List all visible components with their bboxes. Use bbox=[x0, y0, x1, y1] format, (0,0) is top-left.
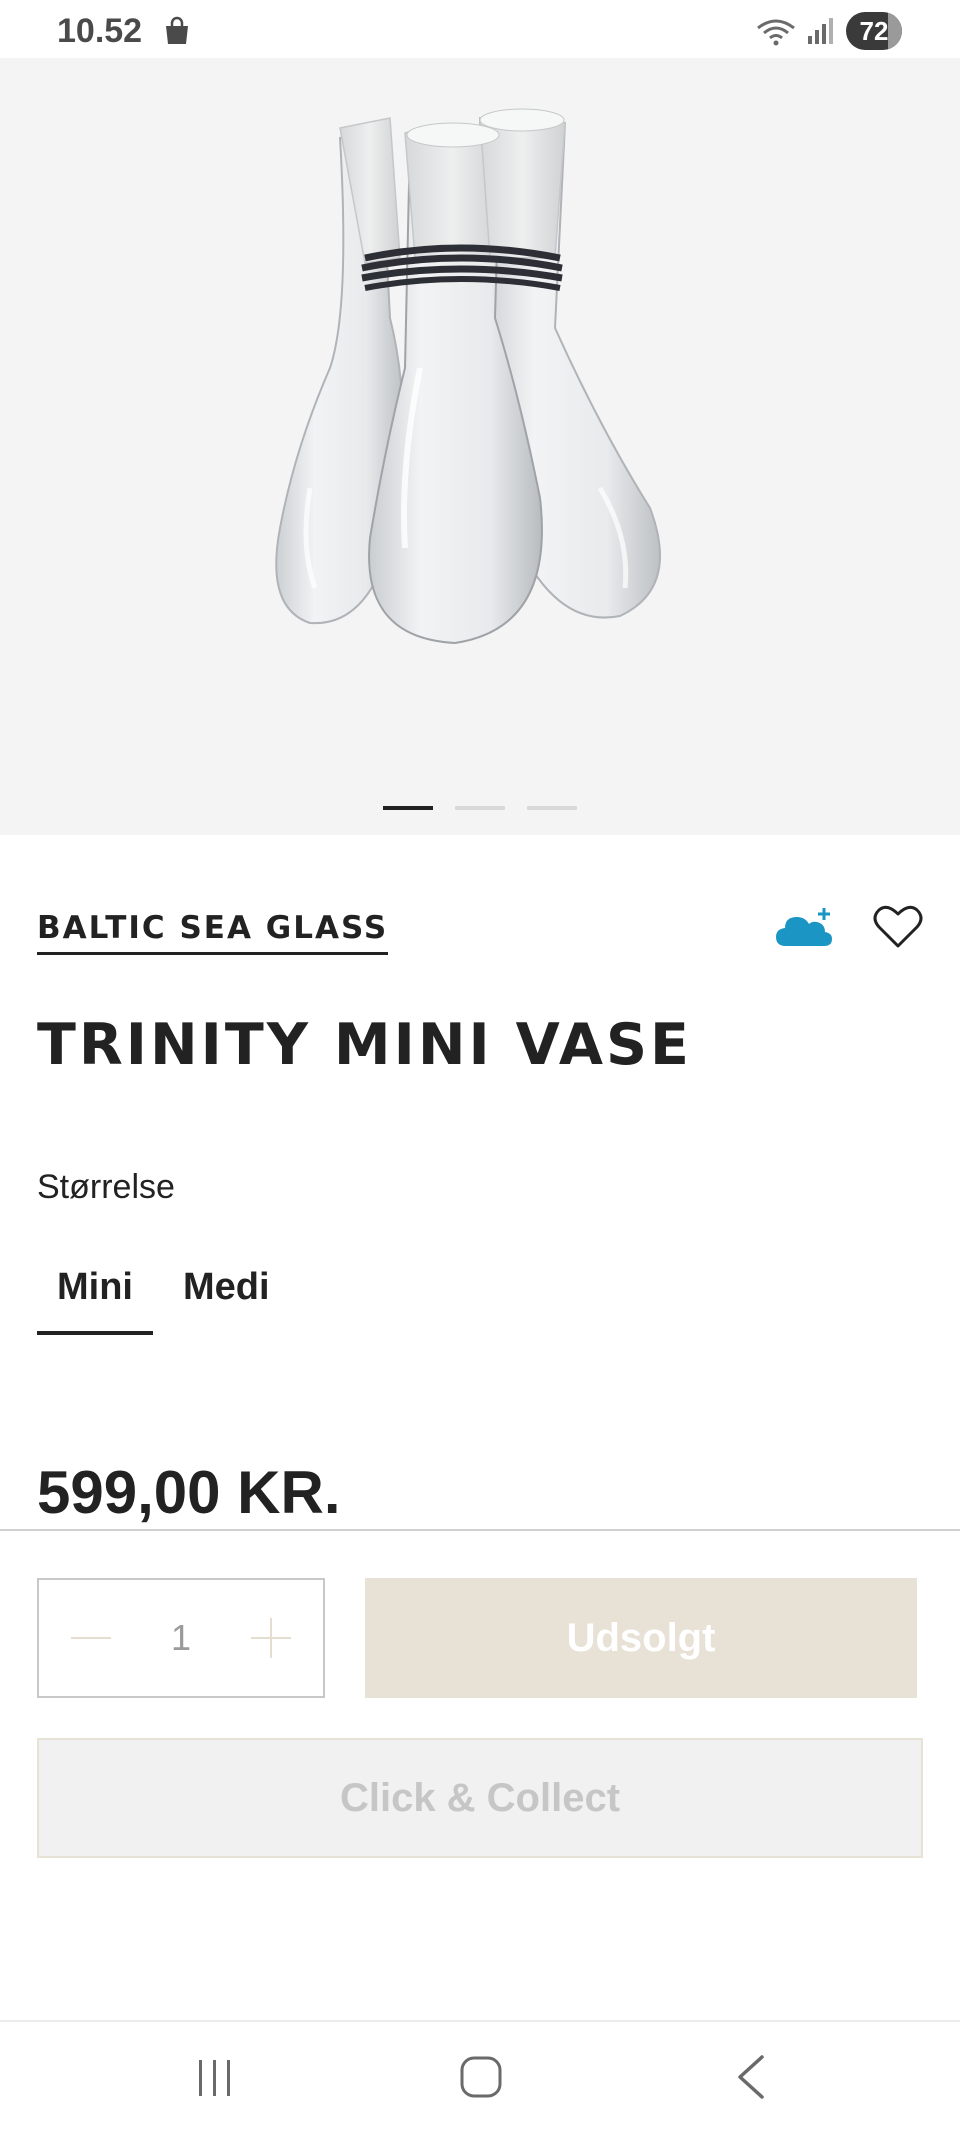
battery-indicator: 72 bbox=[846, 12, 902, 50]
carousel-dot-3[interactable] bbox=[527, 806, 577, 810]
sold-out-button[interactable]: Udsolgt bbox=[365, 1578, 917, 1698]
size-option-mini[interactable]: Mini bbox=[37, 1262, 153, 1335]
quantity-value[interactable]: 1 bbox=[171, 1617, 191, 1659]
signal-icon bbox=[808, 18, 833, 44]
size-label: Størrelse bbox=[37, 1168, 175, 1206]
wifi-icon bbox=[757, 19, 795, 46]
cloud-add-icon[interactable] bbox=[776, 906, 834, 948]
size-option-medi[interactable]: Medi bbox=[163, 1262, 290, 1335]
recent-apps-icon[interactable] bbox=[195, 2058, 235, 2098]
decrease-quantity-button[interactable] bbox=[69, 1616, 113, 1660]
carousel-dot-2[interactable] bbox=[455, 806, 505, 810]
click-collect-button[interactable]: Click & Collect bbox=[37, 1738, 923, 1858]
divider bbox=[0, 1529, 960, 1531]
system-navigation-bar bbox=[0, 2022, 960, 2140]
quantity-stepper: 1 bbox=[37, 1578, 325, 1698]
product-image[interactable] bbox=[270, 68, 670, 708]
product-image-gallery[interactable] bbox=[0, 58, 960, 835]
carousel-indicators[interactable] bbox=[0, 806, 960, 810]
battery-level: 72 bbox=[859, 15, 889, 46]
size-selector: Mini Medi bbox=[37, 1262, 300, 1335]
home-icon[interactable] bbox=[460, 2056, 502, 2098]
product-price: 599,00 KR. bbox=[37, 1459, 341, 1526]
carousel-dot-1[interactable] bbox=[383, 806, 433, 810]
minus-icon bbox=[71, 1637, 111, 1639]
status-time: 10.52 bbox=[57, 12, 143, 50]
shopping-bag-icon bbox=[166, 16, 188, 44]
back-icon[interactable] bbox=[734, 2054, 768, 2100]
status-icons: 72 bbox=[756, 12, 902, 50]
status-bar: 10.52 72 bbox=[0, 0, 960, 58]
product-title: TRINITY MINI VASE bbox=[37, 1012, 692, 1078]
increase-quantity-button[interactable] bbox=[249, 1616, 293, 1660]
heart-icon[interactable] bbox=[873, 904, 923, 950]
brand-link[interactable]: BALTIC SEA GLASS bbox=[37, 910, 389, 955]
